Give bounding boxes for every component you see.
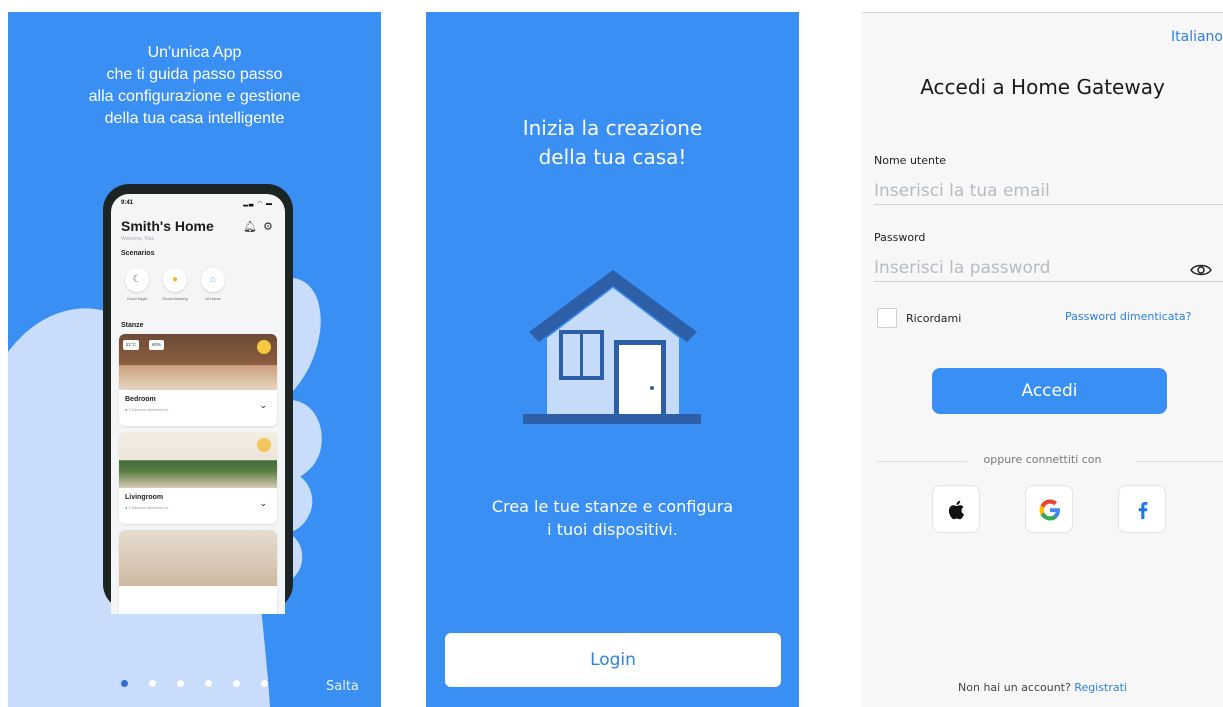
room-status: ● 2 Devices switched on bbox=[125, 505, 169, 510]
scenario-at-home: ⌂ At Home bbox=[199, 268, 227, 301]
room-status: ● 3 Devices switched on bbox=[125, 407, 169, 412]
google-icon bbox=[1039, 499, 1060, 521]
room-status-text: 3 Devices switched on bbox=[128, 407, 169, 412]
pagination-dot[interactable] bbox=[149, 680, 156, 687]
pagination-dot-active[interactable] bbox=[121, 680, 128, 687]
pagination-dot[interactable] bbox=[261, 680, 268, 687]
phone-time: 9:41 bbox=[121, 200, 134, 206]
phone-welcome: Welcome, Max bbox=[121, 236, 154, 242]
onboarding-screen-2: Inizia la creazione della tua casa! Crea… bbox=[426, 12, 799, 707]
chevron-down-icon: ⌄ bbox=[259, 498, 267, 508]
home-icon: ⌂ bbox=[201, 268, 225, 292]
scenario-label: Good Morning bbox=[162, 296, 188, 301]
onboarding-subtitle: Crea le tue stanze e configura i tuoi di… bbox=[426, 495, 799, 541]
signup-text: Non hai un account? bbox=[958, 681, 1071, 694]
password-label: Password bbox=[874, 231, 926, 244]
remember-label: Ricordami bbox=[906, 312, 962, 325]
login-screen: Italiano Accedi a Home Gateway Nome uten… bbox=[862, 12, 1223, 707]
headline-line: alla configurazione e gestione bbox=[88, 88, 301, 105]
login-submit-button[interactable]: Accedi bbox=[932, 368, 1167, 414]
temperature-badge: 21°C bbox=[123, 340, 140, 350]
phone-mockup: 9:41 ▂▃ ◠ ▬ Smith's Home Welcome, Max 🔔︎… bbox=[103, 184, 293, 614]
phone-home-title: Smith's Home bbox=[121, 218, 214, 234]
scenario-good-night: ☾ Good Night bbox=[123, 268, 151, 301]
room-card-partial bbox=[119, 530, 277, 614]
scenario-good-morning: ● Good Morning bbox=[161, 268, 189, 301]
username-label: Nome utente bbox=[874, 154, 947, 167]
google-login-button[interactable] bbox=[1025, 485, 1073, 533]
subtitle-line: i tuoi dispositivi. bbox=[547, 520, 678, 539]
remember-checkbox[interactable] bbox=[877, 308, 897, 328]
bulb-icon bbox=[257, 340, 271, 354]
bell-icon: 🔔︎ bbox=[243, 221, 257, 233]
facebook-login-button[interactable] bbox=[1118, 485, 1166, 533]
username-field[interactable] bbox=[874, 177, 1223, 205]
room-card-bedroom: 21°C 60% Bedroom ● 3 Devices switched on… bbox=[119, 334, 277, 426]
eye-icon[interactable] bbox=[1190, 263, 1212, 277]
headline-line: della tua casa intelligente bbox=[104, 110, 285, 127]
chevron-down-icon: ⌄ bbox=[259, 400, 267, 410]
pagination-dot[interactable] bbox=[177, 680, 184, 687]
rooms-label: Stanze bbox=[121, 322, 144, 329]
or-connect-label: oppure connettiti con bbox=[983, 453, 1102, 466]
onboarding-title: Inizia la creazione della tua casa! bbox=[426, 114, 799, 172]
room-image bbox=[119, 530, 277, 586]
scenario-label: Good Night bbox=[126, 296, 148, 301]
onboarding-headline: Un'unica App che ti guida passo passo al… bbox=[8, 42, 381, 130]
humidity-badge: 60% bbox=[149, 340, 165, 350]
bedroom-image: 21°C 60% bbox=[119, 334, 277, 390]
bulb-icon bbox=[257, 438, 271, 452]
apple-icon bbox=[948, 500, 964, 520]
title-line: Inizia la creazione bbox=[522, 116, 703, 140]
onboarding-screen-1: Un'unica App che ti guida passo passo al… bbox=[8, 12, 381, 707]
password-field[interactable] bbox=[874, 254, 1223, 282]
phone-screen: 9:41 ▂▃ ◠ ▬ Smith's Home Welcome, Max 🔔︎… bbox=[111, 194, 285, 614]
scenario-label: At Home bbox=[205, 296, 221, 301]
sun-icon: ● bbox=[163, 268, 187, 292]
facebook-icon bbox=[1138, 502, 1148, 519]
headline-line: che ti guida passo passo bbox=[106, 66, 283, 83]
signup-prompt: Non hai un account? Registrati bbox=[862, 681, 1223, 694]
moon-icon: ☾ bbox=[125, 268, 149, 292]
apple-login-button[interactable] bbox=[932, 485, 980, 533]
house-illustration bbox=[523, 270, 701, 424]
gear-icon: ⚙ bbox=[263, 221, 273, 233]
phone-status-icons: ▂▃ ◠ ▬ bbox=[243, 201, 273, 207]
subtitle-line: Crea le tue stanze e configura bbox=[491, 497, 734, 516]
title-line: della tua casa! bbox=[538, 145, 687, 169]
room-status-text: 2 Devices switched on bbox=[128, 505, 169, 510]
room-name: Livingroom bbox=[125, 494, 164, 501]
headline-line: Un'unica App bbox=[147, 44, 242, 61]
login-button[interactable]: Login bbox=[445, 633, 781, 687]
pagination-dot[interactable] bbox=[233, 680, 240, 687]
forgot-password-link[interactable]: Password dimenticata? bbox=[1065, 310, 1191, 323]
scenarios-label: Scenarios bbox=[121, 250, 155, 257]
livingroom-image bbox=[119, 432, 277, 488]
room-card-livingroom: Livingroom ● 2 Devices switched on ⌄ bbox=[119, 432, 277, 524]
pagination-dot[interactable] bbox=[205, 680, 212, 687]
language-selector[interactable]: Italiano bbox=[1171, 29, 1223, 45]
skip-button[interactable]: Salta bbox=[326, 679, 359, 694]
page-title: Accedi a Home Gateway bbox=[920, 75, 1165, 99]
room-name: Bedroom bbox=[125, 396, 156, 403]
signup-link[interactable]: Registrati bbox=[1074, 681, 1127, 694]
